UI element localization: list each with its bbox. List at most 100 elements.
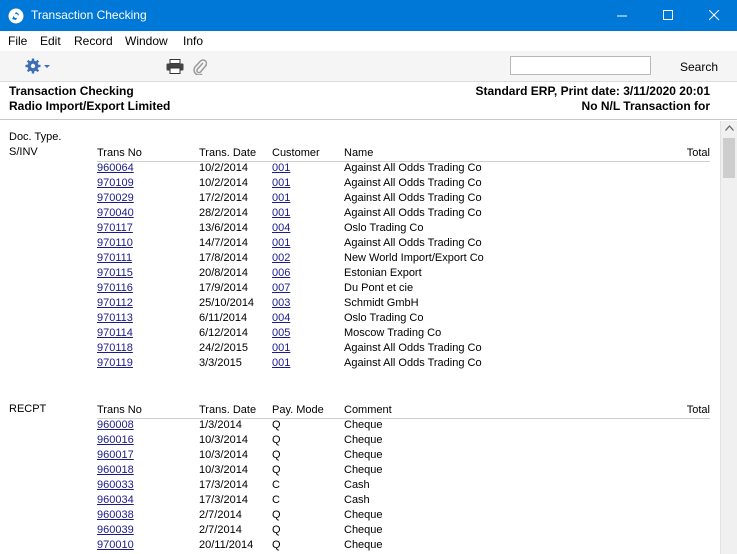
cell-trans-no[interactable]: 970111 bbox=[97, 251, 132, 266]
column-header-trans-no: Trans No bbox=[97, 147, 142, 159]
cell-third-col[interactable]: 003 bbox=[272, 296, 290, 311]
cell-trans-no[interactable]: 960064 bbox=[97, 161, 134, 176]
gear-icon[interactable] bbox=[25, 58, 55, 74]
cell-third-col: Q bbox=[272, 539, 281, 551]
cell-third-col[interactable]: 001 bbox=[272, 356, 290, 371]
cell-fourth-col: Cheque bbox=[344, 464, 383, 476]
cell-fourth-col: Against All Odds Trading Co bbox=[344, 192, 482, 204]
cell-trans-date: 20/8/2014 bbox=[199, 267, 248, 279]
cell-trans-date: 2/7/2014 bbox=[199, 524, 242, 536]
cell-trans-date: 6/12/2014 bbox=[199, 327, 248, 339]
cell-trans-no[interactable]: 960008 bbox=[97, 418, 134, 433]
cell-fourth-col: Against All Odds Trading Co bbox=[344, 207, 482, 219]
toolbar: Search bbox=[0, 51, 737, 82]
cell-trans-no[interactable]: 970040 bbox=[97, 206, 134, 221]
printer-icon[interactable] bbox=[166, 59, 184, 74]
search-button[interactable]: Search bbox=[680, 60, 718, 74]
cell-third-col[interactable]: 001 bbox=[272, 341, 290, 356]
cell-trans-no[interactable]: 970114 bbox=[97, 326, 133, 341]
cell-trans-date: 1/3/2014 bbox=[199, 419, 242, 431]
cell-trans-no[interactable]: 970118 bbox=[97, 341, 133, 356]
cell-third-col: Q bbox=[272, 449, 281, 461]
report-header: Transaction Checking Radio Import/Export… bbox=[0, 82, 737, 120]
minimize-button[interactable] bbox=[599, 0, 645, 31]
cell-trans-no[interactable]: 960038 bbox=[97, 508, 134, 523]
cell-trans-no[interactable]: 970110 bbox=[97, 236, 133, 251]
cell-trans-no[interactable]: 970117 bbox=[97, 221, 133, 236]
menu-window[interactable]: Window bbox=[125, 34, 168, 48]
scrollbar-thumb[interactable] bbox=[723, 138, 735, 178]
cell-trans-no[interactable]: 960034 bbox=[97, 493, 134, 508]
cell-fourth-col: Cheque bbox=[344, 419, 383, 431]
cell-trans-no[interactable]: 960033 bbox=[97, 478, 134, 493]
paperclip-icon[interactable] bbox=[193, 59, 207, 75]
cell-fourth-col: Cheque bbox=[344, 449, 383, 461]
cell-fourth-col: Moscow Trading Co bbox=[344, 327, 442, 339]
menu-info[interactable]: Info bbox=[183, 34, 203, 48]
menu-file[interactable]: File bbox=[8, 34, 27, 48]
cell-trans-no[interactable]: 970109 bbox=[97, 176, 134, 191]
cell-trans-date: 17/9/2014 bbox=[199, 282, 248, 294]
cell-trans-date: 28/2/2014 bbox=[199, 207, 248, 219]
cell-trans-no[interactable]: 970010 bbox=[97, 538, 134, 553]
cell-third-col: C bbox=[272, 479, 280, 491]
cell-fourth-col: Cheque bbox=[344, 524, 383, 536]
column-header-third-col: Pay. Mode bbox=[272, 404, 324, 416]
cell-trans-no[interactable]: 970116 bbox=[97, 281, 133, 296]
maximize-button[interactable] bbox=[645, 0, 691, 31]
cell-third-col[interactable]: 005 bbox=[272, 326, 290, 341]
cell-fourth-col: Du Pont et cie bbox=[344, 282, 414, 294]
cell-trans-no[interactable]: 970029 bbox=[97, 191, 134, 206]
cell-third-col[interactable]: 006 bbox=[272, 266, 290, 281]
report-subtitle: No N/L Transaction for bbox=[581, 99, 710, 113]
app-icon bbox=[8, 8, 24, 24]
header-divider bbox=[97, 418, 710, 419]
cell-fourth-col: Against All Odds Trading Co bbox=[344, 162, 482, 174]
cell-trans-no[interactable]: 960018 bbox=[97, 463, 134, 478]
cell-third-col[interactable]: 001 bbox=[272, 176, 290, 191]
cell-third-col[interactable]: 002 bbox=[272, 251, 290, 266]
cell-third-col[interactable]: 007 bbox=[272, 281, 290, 296]
cell-third-col[interactable]: 001 bbox=[272, 161, 290, 176]
column-header-third-col: Customer bbox=[272, 147, 320, 159]
cell-trans-no[interactable]: 970119 bbox=[97, 356, 133, 371]
close-button[interactable] bbox=[691, 0, 737, 31]
menu-record[interactable]: Record bbox=[74, 34, 113, 48]
cell-trans-date: 3/3/2015 bbox=[199, 357, 242, 369]
cell-fourth-col: New World Import/Export Co bbox=[344, 252, 484, 264]
minimize-icon bbox=[616, 15, 627, 17]
cell-third-col[interactable]: 001 bbox=[272, 236, 290, 251]
cell-third-col[interactable]: 001 bbox=[272, 206, 290, 221]
cell-fourth-col: Oslo Trading Co bbox=[344, 312, 424, 324]
cell-trans-no[interactable]: 970113 bbox=[97, 311, 133, 326]
cell-trans-no[interactable]: 970115 bbox=[97, 266, 133, 281]
cell-trans-date: 20/11/2014 bbox=[199, 539, 254, 551]
cell-trans-date: 10/3/2014 bbox=[199, 449, 248, 461]
maximize-icon bbox=[662, 10, 673, 20]
cell-third-col: Q bbox=[272, 434, 281, 446]
vertical-scrollbar[interactable] bbox=[720, 121, 737, 554]
cell-trans-no[interactable]: 970112 bbox=[97, 296, 133, 311]
cell-trans-date: 10/3/2014 bbox=[199, 434, 248, 446]
cell-trans-no[interactable]: 960017 bbox=[97, 448, 134, 463]
cell-trans-date: 6/11/2014 bbox=[199, 312, 248, 324]
cell-fourth-col: Cheque bbox=[344, 539, 383, 551]
cell-fourth-col: Estonian Export bbox=[344, 267, 422, 279]
cell-third-col: Q bbox=[272, 419, 281, 431]
cell-trans-date: 17/3/2014 bbox=[199, 479, 248, 491]
doc-type-label: Doc. Type. bbox=[9, 131, 62, 143]
search-input[interactable] bbox=[510, 56, 651, 75]
cell-trans-no[interactable]: 960039 bbox=[97, 523, 134, 538]
cell-trans-date: 17/8/2014 bbox=[199, 252, 248, 264]
cell-third-col[interactable]: 001 bbox=[272, 191, 290, 206]
cell-third-col[interactable]: 004 bbox=[272, 221, 290, 236]
cell-fourth-col: Cheque bbox=[344, 509, 383, 521]
scroll-up-icon[interactable] bbox=[725, 125, 734, 131]
menu-edit[interactable]: Edit bbox=[40, 34, 61, 48]
column-header-trans-date: Trans. Date bbox=[199, 147, 257, 159]
cell-fourth-col: Against All Odds Trading Co bbox=[344, 237, 482, 249]
cell-third-col[interactable]: 004 bbox=[272, 311, 290, 326]
window-title: Transaction Checking bbox=[31, 8, 147, 22]
cell-trans-no[interactable]: 960016 bbox=[97, 433, 134, 448]
cell-third-col: Q bbox=[272, 509, 281, 521]
